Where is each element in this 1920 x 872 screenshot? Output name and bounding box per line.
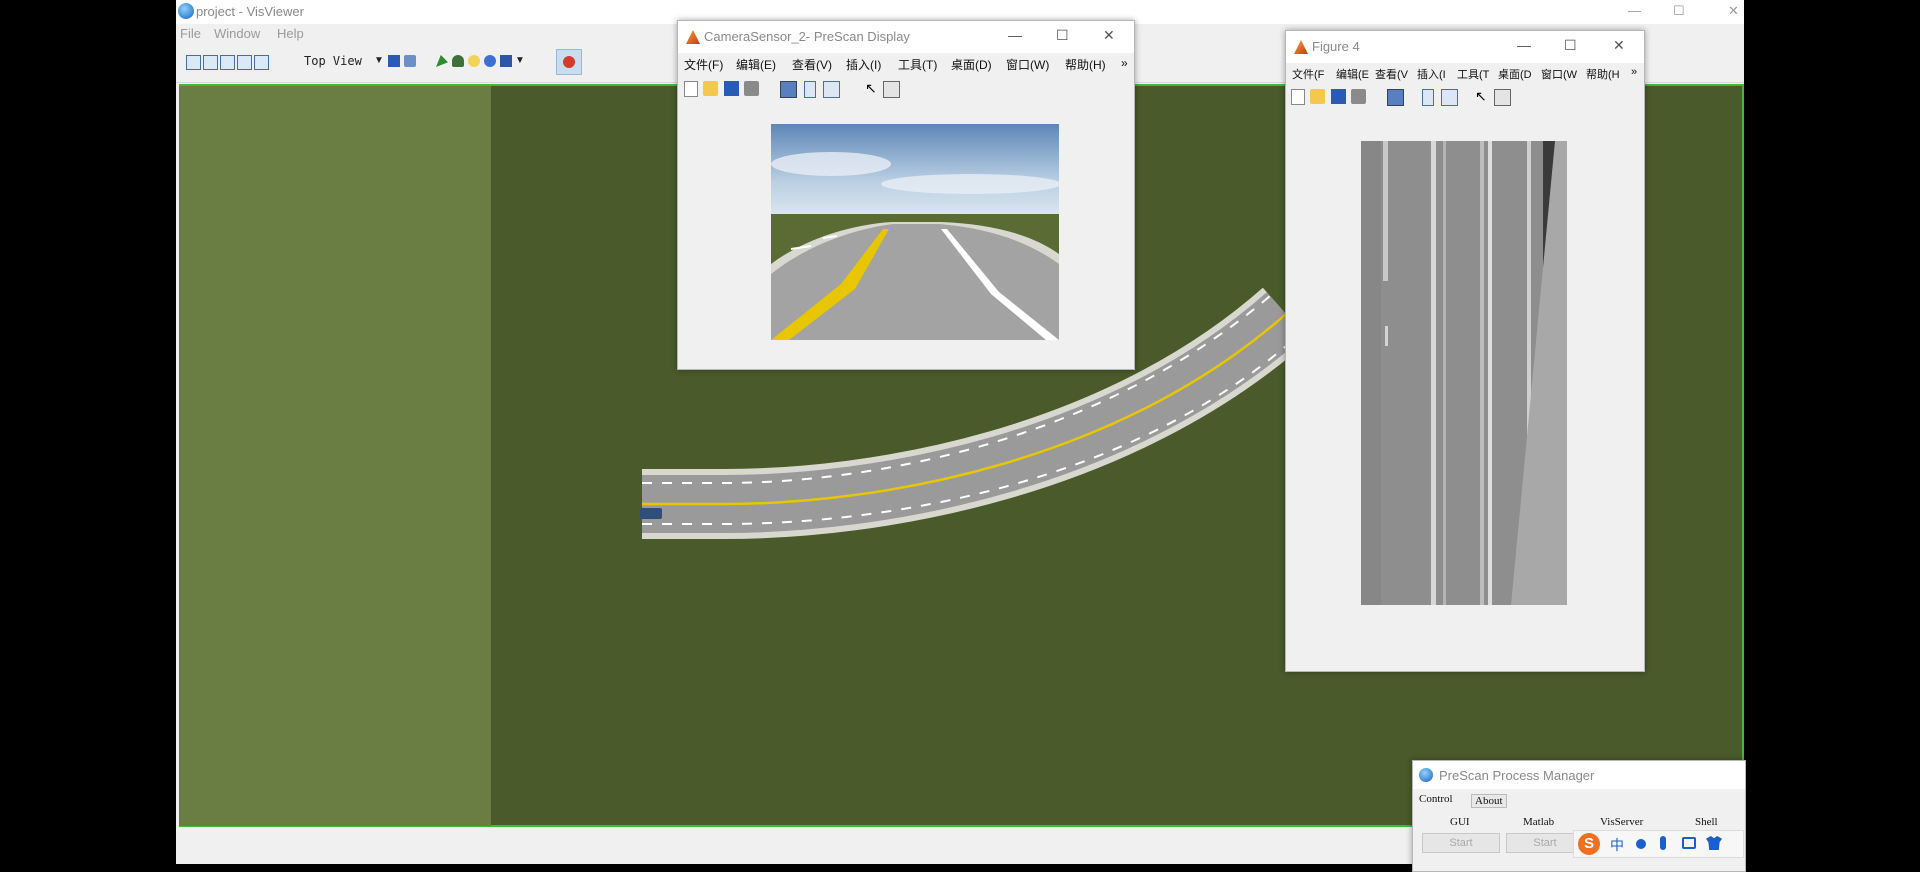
ime-mode-toggle[interactable]: 中 xyxy=(1610,835,1624,855)
menu-window[interactable]: Window xyxy=(214,26,260,41)
lane-marking xyxy=(1488,141,1492,605)
terrain-icon[interactable] xyxy=(452,55,464,67)
window-title: project - VisViewer xyxy=(196,4,304,19)
layout-single-icon[interactable] xyxy=(186,55,201,70)
column-gui: GUI xyxy=(1450,816,1470,828)
road-edge xyxy=(1361,141,1381,605)
save-view-icon[interactable] xyxy=(388,55,400,67)
column-shell: Shell xyxy=(1695,816,1718,828)
globe-icon[interactable] xyxy=(484,55,496,67)
open-file-icon[interactable] xyxy=(1310,89,1325,104)
prescan-icon xyxy=(1419,768,1433,782)
menu-window[interactable]: 窗口(W) xyxy=(1006,56,1049,73)
menu-file[interactable]: 文件(F xyxy=(1292,66,1324,82)
pointer-icon[interactable]: ↖ xyxy=(1475,89,1490,104)
close-button[interactable]: ✕ xyxy=(1613,37,1625,54)
pointer-icon[interactable]: ↖ xyxy=(865,81,880,96)
menu-edit[interactable]: 编辑(E) xyxy=(736,56,776,73)
menu-window[interactable]: 窗口(W xyxy=(1541,66,1577,82)
camera-view-icon[interactable] xyxy=(500,55,512,67)
menu-insert[interactable]: 插入(I xyxy=(1417,66,1446,82)
maximize-button[interactable]: ☐ xyxy=(1673,3,1685,19)
sogou-logo[interactable]: S xyxy=(1578,833,1600,855)
menu-insert[interactable]: 插入(I) xyxy=(846,56,881,73)
window-title: CameraSensor_2- PreScan Display xyxy=(704,29,910,44)
lane-marking xyxy=(1431,141,1436,605)
light-icon[interactable] xyxy=(468,55,480,67)
close-button[interactable]: ✕ xyxy=(1728,3,1739,19)
minimize-button[interactable]: — xyxy=(1628,3,1641,18)
link-plot-icon[interactable] xyxy=(1387,89,1404,106)
keyboard-icon[interactable] xyxy=(1682,837,1696,849)
ime-toolbar: S 中 xyxy=(1573,830,1744,858)
layout-split-vertical-icon[interactable] xyxy=(203,55,218,70)
ego-vehicle[interactable] xyxy=(640,508,662,519)
window-title: Figure 4 xyxy=(1312,39,1360,54)
colorbar-icon[interactable] xyxy=(804,81,816,98)
legend-icon[interactable] xyxy=(1441,89,1458,106)
punctuation-icon[interactable] xyxy=(1636,839,1646,849)
minimize-button[interactable]: — xyxy=(1008,27,1022,43)
menu-help[interactable]: 帮助(H) xyxy=(1065,56,1106,73)
print-icon[interactable] xyxy=(1351,89,1366,104)
colorbar-icon[interactable] xyxy=(1422,89,1434,106)
birdseye-image xyxy=(1361,141,1567,605)
skin-icon[interactable] xyxy=(1706,836,1722,850)
layout-split-horizontal-icon[interactable] xyxy=(220,55,235,70)
visviewer-app-icon xyxy=(178,3,194,19)
view-mode-select[interactable]: Top View xyxy=(304,54,362,68)
reset-view-icon[interactable] xyxy=(404,55,416,67)
menu-desktop[interactable]: 桌面(D xyxy=(1498,66,1532,82)
menu-help[interactable]: 帮助(H xyxy=(1586,66,1620,82)
menu-file[interactable]: 文件(F) xyxy=(684,56,723,73)
close-button[interactable]: ✕ xyxy=(1103,27,1115,44)
camera-image xyxy=(771,124,1059,340)
window-title: PreScan Process Manager xyxy=(1439,768,1595,783)
menu-file[interactable]: File xyxy=(180,26,201,41)
camera-display-window: CameraSensor_2- PreScan Display — ☐ ✕ 文件… xyxy=(677,20,1135,370)
layout-three-icon[interactable] xyxy=(237,55,252,70)
lane-marking xyxy=(1383,141,1388,281)
minimize-button[interactable]: — xyxy=(1517,37,1531,53)
save-icon[interactable] xyxy=(1331,89,1346,104)
cloud xyxy=(881,174,1059,194)
camera-dropdown-icon[interactable]: ▼ xyxy=(515,55,525,66)
column-visserver: VisServer xyxy=(1600,816,1644,828)
menu-overflow[interactable]: » xyxy=(1121,56,1128,70)
open-file-icon[interactable] xyxy=(703,81,718,96)
lane-marking xyxy=(1385,326,1388,346)
menu-tools[interactable]: 工具(T) xyxy=(898,56,937,73)
maximize-button[interactable]: ☐ xyxy=(1056,27,1069,44)
tab-about[interactable]: About xyxy=(1471,794,1507,808)
print-icon[interactable] xyxy=(744,81,759,96)
save-icon[interactable] xyxy=(724,81,739,96)
maximize-button[interactable]: ☐ xyxy=(1564,37,1577,54)
lane-marking xyxy=(1443,141,1446,605)
record-icon xyxy=(563,56,575,68)
property-editor-icon[interactable] xyxy=(883,81,900,98)
menu-view[interactable]: 查看(V xyxy=(1375,66,1408,82)
property-editor-icon[interactable] xyxy=(1494,89,1511,106)
tab-control[interactable]: Control xyxy=(1419,793,1453,805)
menu-desktop[interactable]: 桌面(D) xyxy=(951,56,992,73)
figure-window: Figure 4 — ☐ ✕ 文件(F 编辑(E 查看(V 插入(I 工具(T … xyxy=(1285,30,1645,672)
record-button[interactable] xyxy=(556,49,582,75)
link-plot-icon[interactable] xyxy=(780,81,797,98)
microphone-icon[interactable] xyxy=(1660,836,1666,850)
new-figure-icon[interactable] xyxy=(684,81,698,97)
layout-quad-icon[interactable] xyxy=(254,55,269,70)
menu-edit[interactable]: 编辑(E xyxy=(1336,66,1369,82)
legend-icon[interactable] xyxy=(823,81,840,98)
lane-marking xyxy=(1480,141,1484,605)
menu-view[interactable]: 查看(V) xyxy=(792,56,832,73)
column-matlab: Matlab xyxy=(1523,816,1555,828)
menu-tools[interactable]: 工具(T xyxy=(1457,66,1489,82)
menu-help[interactable]: Help xyxy=(277,26,304,41)
new-figure-icon[interactable] xyxy=(1291,89,1305,105)
menu-overflow[interactable]: » xyxy=(1631,66,1637,78)
cloud xyxy=(771,152,891,176)
start-gui-button[interactable]: Start xyxy=(1422,833,1500,853)
chevron-down-icon[interactable]: ▼ xyxy=(374,55,384,66)
